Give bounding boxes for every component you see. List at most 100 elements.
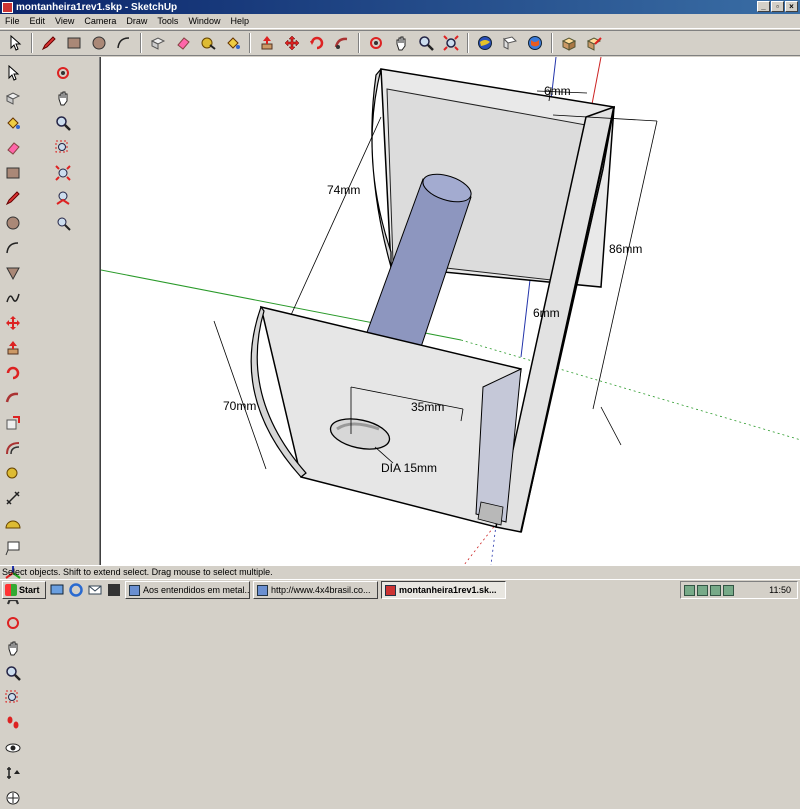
- zoom-icon: [55, 115, 71, 131]
- tool-pan[interactable]: [1, 636, 24, 659]
- select-icon: [8, 64, 19, 81]
- internet-explorer-icon: [69, 583, 83, 597]
- google-earth-button[interactable]: [524, 32, 546, 54]
- paint-bucket-button[interactable]: [222, 32, 244, 54]
- tool-position-camera[interactable]: [1, 761, 24, 784]
- tool-orbit-2[interactable]: [51, 61, 74, 84]
- orbit-tool-button[interactable]: [365, 32, 387, 54]
- tool-offset[interactable]: [1, 436, 24, 459]
- zoom-extents-icon: [443, 35, 459, 51]
- tool-tape-measure[interactable]: [1, 461, 24, 484]
- tool-rectangle[interactable]: [1, 161, 24, 184]
- antivirus-icon[interactable]: [723, 584, 734, 596]
- move-tool-button[interactable]: [281, 32, 303, 54]
- make-component-button[interactable]: [147, 32, 169, 54]
- select-tool-button[interactable]: [4, 32, 26, 54]
- tool-component[interactable]: [1, 86, 24, 109]
- quicklaunch-app-button[interactable]: [106, 582, 122, 598]
- tool-paint-bucket[interactable]: [1, 111, 24, 134]
- tool-follow-me[interactable]: [1, 386, 24, 409]
- tool-dimension[interactable]: [1, 486, 24, 509]
- menu-camera[interactable]: Camera: [79, 16, 121, 26]
- menu-help[interactable]: Help: [225, 16, 254, 26]
- tool-walk[interactable]: [1, 711, 24, 734]
- rectangle-tool-button[interactable]: [63, 32, 85, 54]
- tool-section[interactable]: [51, 211, 74, 234]
- menu-view[interactable]: View: [50, 16, 79, 26]
- volume-icon[interactable]: [710, 584, 721, 596]
- push-pull-button[interactable]: [256, 32, 278, 54]
- get-models-button[interactable]: [474, 32, 496, 54]
- tool-previous-view[interactable]: [51, 186, 74, 209]
- rotate-tool-button[interactable]: [306, 32, 328, 54]
- arc-tool-button[interactable]: [113, 32, 135, 54]
- restore-button[interactable]: ▫: [771, 1, 784, 12]
- zoom-extents-button[interactable]: [440, 32, 462, 54]
- circle-tool-button[interactable]: [88, 32, 110, 54]
- tool-text[interactable]: [1, 536, 24, 559]
- follow-me-icon: [5, 392, 18, 402]
- component-button[interactable]: [558, 32, 580, 54]
- tool-orbit[interactable]: [1, 611, 24, 634]
- tool-freehand[interactable]: [1, 286, 24, 309]
- front-plate[interactable]: [250, 305, 522, 528]
- tool-scale[interactable]: [1, 411, 24, 434]
- quicklaunch-mail-button[interactable]: [87, 582, 103, 598]
- minimize-button[interactable]: _: [757, 1, 770, 12]
- tool-eraser[interactable]: [1, 136, 24, 159]
- dimension-label: 70mm: [223, 399, 256, 413]
- pan-tool-button[interactable]: [390, 32, 412, 54]
- tape-measure-button[interactable]: [197, 32, 219, 54]
- task-4x4brasil[interactable]: http://www.4x4brasil.co...: [253, 581, 378, 599]
- tool-protractor[interactable]: [1, 511, 24, 534]
- menu-tools[interactable]: Tools: [152, 16, 183, 26]
- tool-circle[interactable]: [1, 211, 24, 234]
- zoom-tool-button[interactable]: [415, 32, 437, 54]
- tool-zoom-window-2[interactable]: [51, 136, 74, 159]
- status-bar: Select objects. Shift to extend select. …: [0, 565, 800, 579]
- menu-file[interactable]: File: [0, 16, 25, 26]
- share-model-button[interactable]: [499, 32, 521, 54]
- zoom-icon: [5, 665, 21, 681]
- dynamic-component-button[interactable]: [583, 32, 605, 54]
- menu-edit[interactable]: Edit: [25, 16, 51, 26]
- tool-hand[interactable]: [51, 86, 74, 109]
- tool-select[interactable]: [1, 61, 24, 84]
- hand-icon: [58, 91, 67, 105]
- scale-icon: [6, 415, 20, 429]
- tool-arc[interactable]: [1, 236, 24, 259]
- dimension-label: 86mm: [609, 242, 642, 256]
- tool-look-around[interactable]: [1, 736, 24, 759]
- task-sketchup[interactable]: montanheira1rev1.sk...: [381, 581, 506, 599]
- tool-zoom-2[interactable]: [51, 111, 74, 134]
- quicklaunch-desktop-button[interactable]: [49, 582, 65, 598]
- tool-position[interactable]: [1, 786, 24, 809]
- task-forum[interactable]: Aos entendidos em metal...: [125, 581, 250, 599]
- network-icon[interactable]: [684, 584, 695, 596]
- clock[interactable]: 11:50: [769, 585, 797, 595]
- tool-pencil[interactable]: [1, 186, 24, 209]
- share-model-icon: [503, 36, 517, 50]
- dimension-label: DIA 15mm: [381, 461, 437, 475]
- previous-view-icon: [55, 191, 70, 205]
- tool-zoom[interactable]: [1, 661, 24, 684]
- tool-polygon[interactable]: [1, 261, 24, 284]
- polygon-icon: [5, 267, 20, 280]
- tool-move[interactable]: [1, 311, 24, 334]
- start-button[interactable]: Start: [2, 581, 46, 599]
- rotate-icon: [310, 36, 324, 50]
- tool-push-pull[interactable]: [1, 336, 24, 359]
- close-button[interactable]: ×: [785, 1, 798, 12]
- eraser-tool-button[interactable]: [172, 32, 194, 54]
- tray-app-icon[interactable]: [697, 584, 708, 596]
- follow-me-button[interactable]: [331, 32, 353, 54]
- drawing-area[interactable]: 6mm 74mm 86mm 6mm 70mm 35mm DIA 15mm: [100, 57, 800, 565]
- tool-zoom-window[interactable]: [1, 686, 24, 709]
- menu-window[interactable]: Window: [183, 16, 225, 26]
- quicklaunch-ie-button[interactable]: [68, 582, 84, 598]
- tool-zoom-extents[interactable]: [51, 161, 74, 184]
- tool-rotate[interactable]: [1, 361, 24, 384]
- pencil-tool-button[interactable]: [38, 32, 60, 54]
- model-canvas[interactable]: 6mm 74mm 86mm 6mm 70mm 35mm DIA 15mm: [101, 57, 800, 565]
- menu-draw[interactable]: Draw: [121, 16, 152, 26]
